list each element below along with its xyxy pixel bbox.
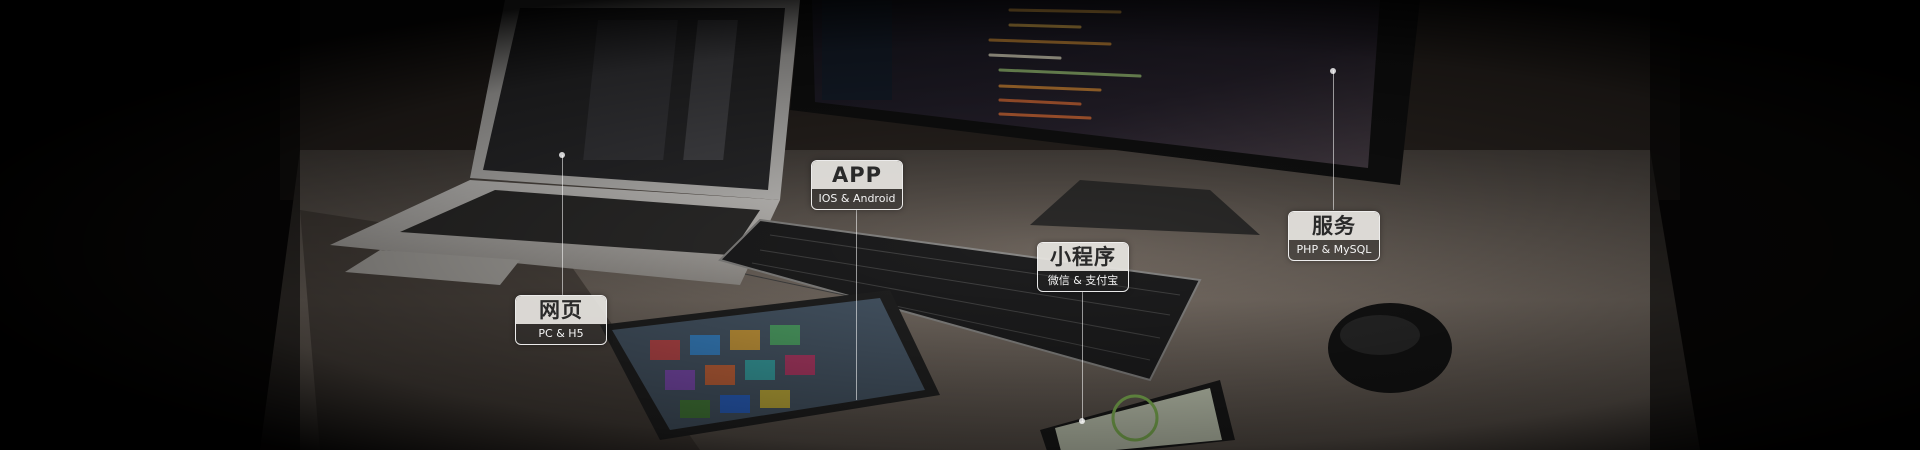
web-leader-line (562, 155, 563, 295)
service-leader-line (1333, 70, 1334, 210)
miniapp-tag[interactable]: 小程序 微信 & 支付宝 (1037, 242, 1129, 292)
service-tag-title: 服务 (1289, 212, 1379, 240)
miniapp-tag-subtitle: 微信 & 支付宝 (1038, 271, 1128, 291)
web-anchor-dot (559, 152, 565, 158)
hero-banner: 网页 PC & H5 APP IOS & Android 小程序 微信 & 支付… (0, 0, 1920, 450)
miniapp-leader-line (1082, 292, 1083, 422)
app-tag[interactable]: APP IOS & Android (811, 160, 903, 210)
miniapp-anchor-dot (1079, 418, 1085, 424)
miniapp-tag-title: 小程序 (1038, 243, 1128, 271)
web-tag[interactable]: 网页 PC & H5 (515, 295, 607, 345)
service-anchor-dot (1330, 68, 1336, 74)
web-tag-subtitle: PC & H5 (516, 324, 606, 344)
web-tag-title: 网页 (516, 296, 606, 324)
app-tag-title: APP (812, 161, 902, 189)
service-tag[interactable]: 服务 PHP & MySQL (1288, 211, 1380, 261)
workspace-photo (0, 0, 1920, 450)
service-tag-subtitle: PHP & MySQL (1289, 240, 1379, 260)
app-leader-line (856, 210, 857, 400)
app-tag-subtitle: IOS & Android (812, 189, 902, 209)
